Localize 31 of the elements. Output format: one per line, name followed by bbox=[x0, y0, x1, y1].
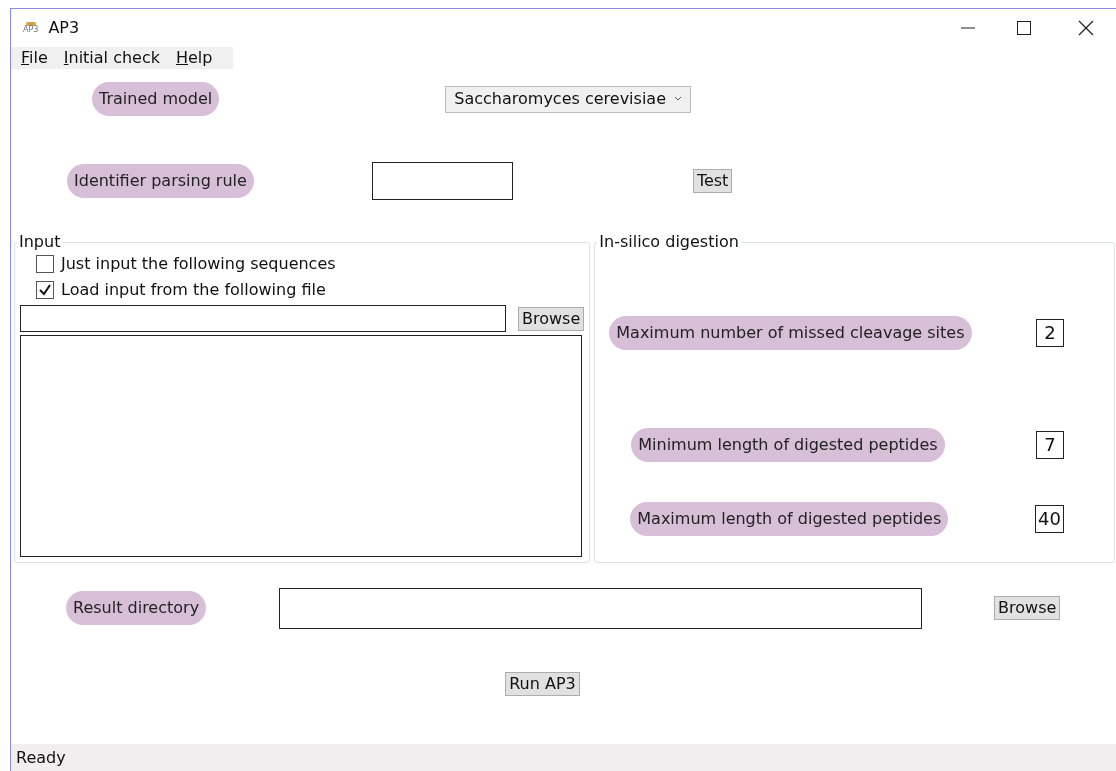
push-button[interactable]: Run AP3 bbox=[505, 672, 580, 696]
checkbox[interactable] bbox=[36, 255, 54, 273]
value-field[interactable]: 2 bbox=[1036, 319, 1064, 347]
field-label: Result directory bbox=[66, 591, 207, 625]
field-label: Maximum length of digested peptides bbox=[630, 502, 949, 536]
result-directory-field[interactable] bbox=[279, 587, 923, 629]
field-label: Identifier parsing rule bbox=[67, 164, 254, 198]
checkbox[interactable] bbox=[36, 281, 54, 299]
push-button[interactable]: Browse bbox=[994, 596, 1061, 620]
field-label: Maximum number of missed cleavage sites bbox=[609, 316, 972, 350]
group-title: Input bbox=[18, 233, 62, 251]
close-icon[interactable] bbox=[1078, 20, 1094, 36]
group-title: In-silico digestion bbox=[598, 233, 740, 251]
checkbox-label: Load input from the following file bbox=[61, 279, 326, 301]
field-label: Minimum length of digested peptides bbox=[631, 428, 945, 462]
parsing-rule-field[interactable] bbox=[371, 162, 513, 200]
value-field[interactable]: 7 bbox=[1036, 431, 1064, 459]
push-button[interactable]: Browse bbox=[518, 306, 585, 331]
chevron-down-icon bbox=[674, 96, 682, 102]
maximize-icon[interactable] bbox=[1016, 20, 1032, 36]
status-text: Ready bbox=[16, 746, 66, 769]
help-menu[interactable]: Help bbox=[176, 48, 213, 68]
window-title: AP3 bbox=[48, 17, 80, 39]
file-path-field[interactable] bbox=[20, 305, 506, 332]
file-menu[interactable]: File bbox=[21, 48, 48, 68]
checkbox-label: Just input the following sequences bbox=[61, 253, 336, 275]
initial-check-menu[interactable]: Initial check bbox=[63, 48, 160, 68]
species-dropdown[interactable]: Saccharomyces cerevisiae bbox=[445, 85, 692, 113]
push-button[interactable]: Test bbox=[692, 169, 733, 193]
field-label: Trained model bbox=[92, 82, 220, 116]
value-field[interactable]: 40 bbox=[1035, 505, 1064, 533]
